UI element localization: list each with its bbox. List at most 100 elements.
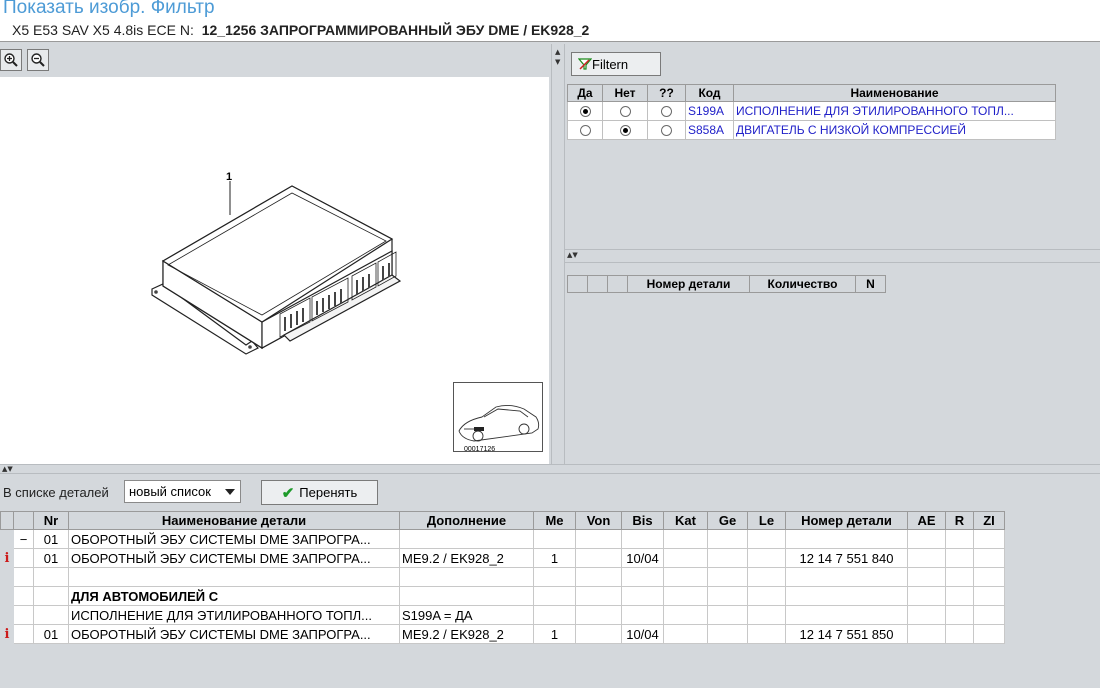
table-row[interactable]: ДЛЯ АВТОМОБИЛЕЙ С bbox=[0, 586, 1005, 606]
col-ge[interactable]: Ge bbox=[707, 511, 748, 530]
splitter-arrows-icon[interactable]: ▲▼ bbox=[567, 251, 578, 259]
col-quantity[interactable]: Количество bbox=[749, 275, 856, 293]
cell-ge bbox=[707, 529, 748, 549]
cell-nr bbox=[33, 567, 69, 587]
cell-bis bbox=[621, 567, 664, 587]
cell-nr: 01 bbox=[33, 529, 69, 549]
cell-ge bbox=[707, 548, 748, 568]
option-code[interactable]: S858A bbox=[685, 120, 734, 140]
filter-button-label: Filtern bbox=[592, 56, 629, 72]
cell-ge bbox=[707, 605, 748, 625]
table-row[interactable]: i 01 ОБОРОТНЫЙ ЭБУ СИСТЕМЫ DME ЗАПРОГРА...… bbox=[0, 548, 1005, 568]
cell-me bbox=[533, 567, 576, 587]
col-kat[interactable]: Kat bbox=[663, 511, 708, 530]
row-mark[interactable] bbox=[13, 567, 34, 587]
zoom-in-icon bbox=[4, 53, 18, 67]
col-name[interactable]: Наименование bbox=[733, 84, 1056, 102]
col-part-number[interactable]: Номер детали bbox=[627, 275, 750, 293]
cell-r bbox=[945, 624, 974, 644]
col-bis[interactable]: Bis bbox=[621, 511, 664, 530]
info-icon[interactable] bbox=[0, 605, 14, 625]
col-blank-1[interactable] bbox=[567, 275, 588, 293]
info-icon[interactable]: i bbox=[0, 624, 14, 644]
info-icon[interactable] bbox=[0, 529, 14, 549]
option-code[interactable]: S199A bbox=[685, 101, 734, 121]
col-part-number[interactable]: Номер детали bbox=[785, 511, 908, 530]
table-row[interactable]: ИСПОЛНЕНИЕ ДЛЯ ЭТИЛИРОВАННОГО ТОПЛ... S19… bbox=[0, 605, 1005, 625]
parts-list-select[interactable]: новый список bbox=[124, 480, 241, 503]
col-info[interactable] bbox=[0, 511, 14, 530]
cell-le bbox=[747, 567, 786, 587]
vehicle-info: X5 E53 SAV X5 4.8is ECE N: bbox=[12, 22, 194, 38]
col-blank-3[interactable] bbox=[607, 275, 628, 293]
page-title: Показать изобр. Фильтр bbox=[3, 0, 215, 18]
row-mark[interactable]: − bbox=[13, 529, 34, 549]
cell-supplement bbox=[399, 586, 534, 606]
col-zi[interactable]: ZI bbox=[973, 511, 1005, 530]
horizontal-splitter[interactable]: ▲▼ bbox=[565, 249, 1100, 263]
col-n[interactable]: N bbox=[855, 275, 886, 293]
radio-yes[interactable] bbox=[579, 106, 591, 118]
parts-diagram[interactable]: 1 00017126 bbox=[0, 77, 549, 464]
cell-part-name: ОБОРОТНЫЙ ЭБУ СИСТЕМЫ DME ЗАПРОГРА... bbox=[68, 548, 400, 568]
cell-von bbox=[575, 548, 622, 568]
col-yes[interactable]: Да bbox=[567, 84, 603, 102]
cell-bis bbox=[621, 586, 664, 606]
row-mark[interactable] bbox=[13, 548, 34, 568]
col-part-name[interactable]: Наименование детали bbox=[68, 511, 400, 530]
table-row[interactable]: −01 ОБОРОТНЫЙ ЭБУ СИСТЕМЫ DME ЗАПРОГРА... bbox=[0, 529, 1005, 549]
row-mark[interactable] bbox=[13, 624, 34, 644]
table-row[interactable]: i 01 ОБОРОТНЫЙ ЭБУ СИСТЕМЫ DME ЗАПРОГРА...… bbox=[0, 624, 1005, 644]
col-no[interactable]: Нет bbox=[602, 84, 648, 102]
result-table: Номер детали Количество N bbox=[567, 275, 886, 293]
col-nr[interactable]: Nr bbox=[33, 511, 69, 530]
col-ae[interactable]: AE bbox=[907, 511, 946, 530]
splitter-arrows-icon[interactable]: ▲▼ bbox=[2, 465, 13, 473]
cell-me bbox=[533, 586, 576, 606]
arrow-down-icon[interactable]: ▼ bbox=[555, 58, 560, 66]
zoom-in-button[interactable] bbox=[0, 49, 22, 71]
vertical-splitter[interactable]: ▲ ▼ bbox=[551, 44, 565, 464]
row-mark[interactable] bbox=[13, 586, 34, 606]
apply-button-label: Перенять bbox=[299, 485, 358, 500]
col-le[interactable]: Le bbox=[747, 511, 786, 530]
cell-nr: 01 bbox=[33, 624, 69, 644]
horizontal-splitter[interactable]: ▲▼ bbox=[0, 464, 1100, 474]
cell-part-number: 12 14 7 551 850 bbox=[785, 624, 908, 644]
radio-no[interactable] bbox=[619, 125, 631, 137]
cell-nr: 01 bbox=[33, 548, 69, 568]
col-me[interactable]: Me bbox=[533, 511, 576, 530]
cell-ge bbox=[707, 567, 748, 587]
radio-no[interactable] bbox=[619, 106, 631, 118]
info-icon[interactable] bbox=[0, 586, 14, 606]
radio-yes[interactable] bbox=[579, 125, 591, 137]
option-name[interactable]: ДВИГАТЕЛЬ С НИЗКОЙ КОМПРЕССИЕЙ bbox=[733, 120, 1056, 140]
image-panel: 1 00017126 bbox=[0, 44, 551, 464]
result-panel: Номер детали Количество N bbox=[565, 263, 1100, 464]
info-icon[interactable] bbox=[0, 567, 14, 587]
col-von[interactable]: Von bbox=[575, 511, 622, 530]
zoom-out-button[interactable] bbox=[27, 49, 49, 71]
cell-supplement: S199A = ДА bbox=[399, 605, 534, 625]
table-row[interactable] bbox=[0, 567, 1005, 587]
cell-ae bbox=[907, 624, 946, 644]
cell-ae bbox=[907, 586, 946, 606]
filter-button[interactable]: Filtern bbox=[571, 52, 661, 76]
col-mark[interactable] bbox=[13, 511, 34, 530]
table-row[interactable]: S199A ИСПОЛНЕНИЕ ДЛЯ ЭТИЛИРОВАННОГО ТОПЛ… bbox=[567, 101, 1056, 121]
col-blank-2[interactable] bbox=[587, 275, 608, 293]
col-unknown[interactable]: ?? bbox=[647, 84, 686, 102]
table-row[interactable]: S858A ДВИГАТЕЛЬ С НИЗКОЙ КОМПРЕССИЕЙ bbox=[567, 120, 1056, 140]
col-code[interactable]: Код bbox=[685, 84, 734, 102]
radio-unknown[interactable] bbox=[661, 125, 672, 137]
row-mark[interactable] bbox=[13, 605, 34, 625]
col-r[interactable]: R bbox=[945, 511, 974, 530]
cell-kat bbox=[663, 624, 708, 644]
col-supplement[interactable]: Дополнение bbox=[399, 511, 534, 530]
option-name[interactable]: ИСПОЛНЕНИЕ ДЛЯ ЭТИЛИРОВАННОГО ТОПЛ... bbox=[733, 101, 1056, 121]
info-icon[interactable]: i bbox=[0, 548, 14, 568]
apply-button[interactable]: ✔ Перенять bbox=[261, 480, 378, 505]
radio-unknown[interactable] bbox=[661, 106, 672, 118]
thumbnail-id: 00017126 bbox=[464, 446, 496, 453]
arrow-up-icon[interactable]: ▲ bbox=[555, 48, 560, 56]
